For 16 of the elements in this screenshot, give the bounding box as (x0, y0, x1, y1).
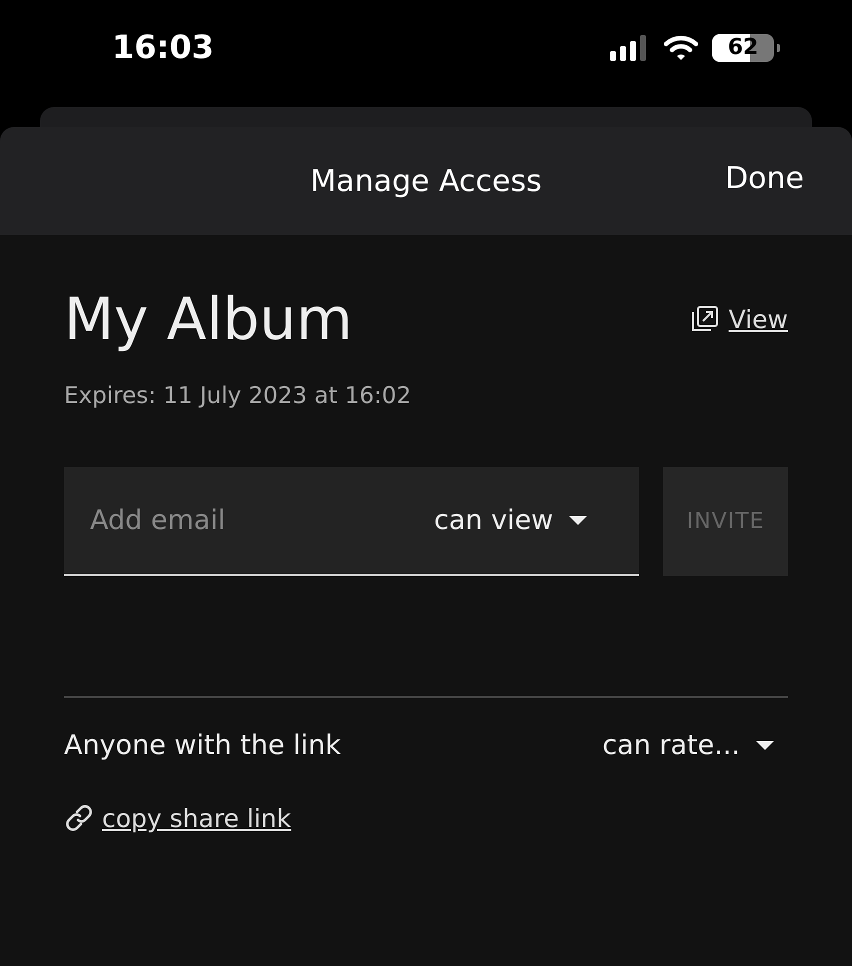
caret-icon (569, 516, 588, 525)
link-access-label: Anyone with the link (64, 730, 341, 761)
expiry-text: Expires: 11 July 2023 at 16:02 (64, 383, 412, 409)
view-link[interactable]: View (728, 304, 788, 334)
status-time: 16:03 (112, 28, 214, 66)
sheet-title: Manage Access (310, 164, 542, 198)
open-external-icon (690, 306, 719, 332)
permission-dropdown[interactable]: can view (434, 505, 588, 536)
caret-icon (756, 741, 774, 750)
link-permission-dropdown[interactable]: can rate... (602, 730, 774, 761)
album-title: My Album (64, 285, 353, 353)
done-button[interactable]: Done (725, 161, 804, 196)
copy-share-link[interactable]: copy share link (102, 804, 292, 832)
wifi-icon (664, 35, 698, 61)
email-field[interactable]: Add email can view (64, 467, 640, 576)
link-icon (64, 803, 94, 833)
